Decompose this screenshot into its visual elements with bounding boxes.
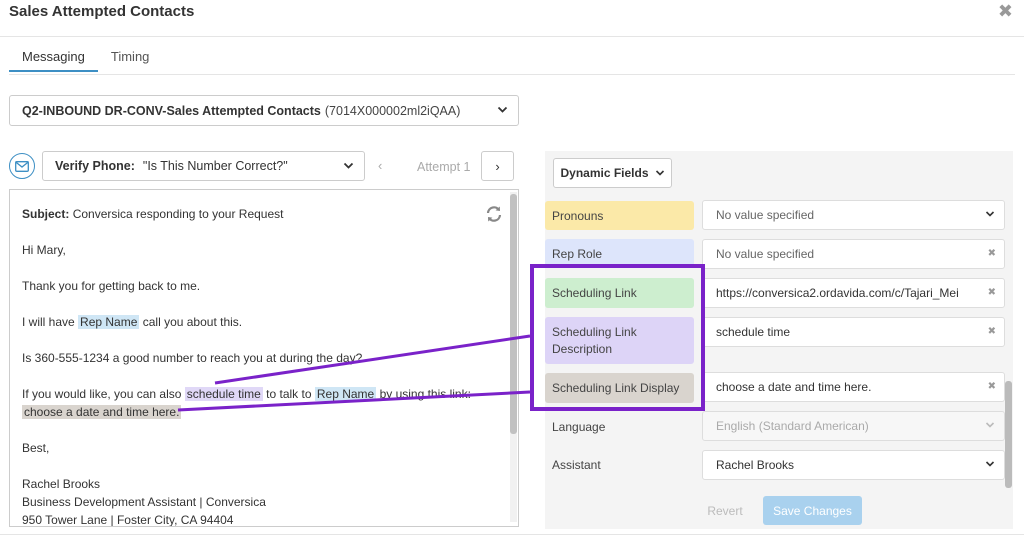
attempt-label: Attempt 1 [417,160,471,174]
message-type-value: "Is This Number Correct?" [142,159,288,173]
scheduling-link-description-input[interactable]: schedule time ✖ [702,317,1005,347]
scheduling-link-display-value: choose a date and time here. [716,380,872,394]
schedule-time-field: schedule time [184,387,263,401]
scheduling-link-value: https://conversica2.ordavida.com/c/Tajar… [716,286,959,300]
clear-icon[interactable]: ✖ [988,248,996,259]
prev-attempt-button[interactable]: ‹ [378,158,382,173]
save-changes-button[interactable]: Save Changes [763,496,862,525]
tabs-divider [9,74,1015,75]
email-line: Thank you for getting back to me. [22,279,201,293]
rep-role-input[interactable]: No value specified ✖ [702,239,1005,269]
assistant-select[interactable]: Rachel Brooks [702,450,1005,480]
scheduling-link-description-value: schedule time [716,325,791,339]
campaign-id: (7014X000002ml2iQAA) [324,103,461,118]
tab-timing[interactable]: Timing [98,49,163,72]
rep-name-field: Rep Name [78,315,140,329]
revert-button[interactable]: Revert [696,497,754,525]
field-label-assistant: Assistant [552,457,601,472]
email-body: Subject: Conversica responding to your R… [22,205,492,527]
chevron-down-icon [497,104,508,118]
rep-role-value: No value specified [716,247,815,261]
signature-name: Rachel Brooks [22,477,101,491]
rep-name-field: Rep Name [314,387,377,401]
chevron-down-icon [985,459,995,472]
modal-title: Sales Attempted Contacts [9,3,195,20]
subject-label: Subject: [22,207,70,221]
clear-icon[interactable]: ✖ [983,287,996,298]
email-line: Is 360-555-1234 a good number to reach y… [22,351,363,365]
dynamic-fields-label: Dynamic Fields [560,166,649,180]
pronouns-select[interactable]: No value specified [702,200,1005,230]
language-select: English (Standard American) [702,411,1005,441]
clear-icon[interactable]: ✖ [988,326,996,337]
email-text: I will have [22,315,75,329]
chevron-down-icon [343,160,354,174]
message-type-label: Verify Phone: [55,159,135,173]
clear-icon[interactable]: ✖ [988,381,996,392]
campaign-name: Q2-INBOUND DR-CONV-Sales Attempted Conta… [22,103,321,118]
campaign-select[interactable]: Q2-INBOUND DR-CONV-Sales Attempted Conta… [9,95,519,126]
next-attempt-button[interactable]: › [481,151,514,181]
panel-scrollbar-thumb[interactable] [1005,381,1012,488]
email-text: by using this link: [379,387,471,401]
signature-address: 950 Tower Lane | Foster City, CA 94404 [22,513,234,527]
assistant-value: Rachel Brooks [716,458,795,472]
close-icon[interactable]: ✖ [998,1,1013,22]
tab-messaging[interactable]: Messaging [9,49,98,72]
email-preview: Subject: Conversica responding to your R… [9,189,519,527]
scheduling-link-input[interactable]: https://conversica2.ordavida.com/c/Tajar… [702,278,1005,308]
highlight-box [530,264,705,411]
choose-date-field: choose a date and time here. [22,405,182,419]
chevron-down-icon [655,170,664,176]
scheduling-link-display-input[interactable]: choose a date and time here. ✖ [702,372,1005,402]
dynamic-fields-button[interactable]: Dynamic Fields [553,158,672,188]
scrollbar-thumb[interactable] [510,194,517,434]
pronouns-value: No value specified [716,208,815,222]
email-closing: Best, [22,441,50,455]
footer-divider [0,534,1024,535]
modal: Sales Attempted Contacts ✖ Messaging Tim… [0,0,1024,538]
chevron-down-icon [985,209,995,222]
language-value: English (Standard American) [716,419,869,433]
field-label-language: Language [552,419,606,434]
email-text: to talk to [266,387,312,401]
chevron-down-icon [985,420,995,433]
message-select[interactable]: Verify Phone: "Is This Number Correct?" [42,151,365,181]
tab-bar: Messaging Timing [9,49,162,72]
field-label-pronouns: Pronouns [545,201,694,230]
email-text: If you would like, you can also [22,387,182,401]
refresh-icon[interactable] [485,205,503,226]
email-greeting: Hi Mary, [22,243,66,257]
email-icon [9,153,35,179]
signature-title: Business Development Assistant | Convers… [22,495,266,509]
subject-value: Conversica responding to your Request [72,207,284,221]
header-divider [0,36,1024,37]
email-text: call you about this. [142,315,243,329]
